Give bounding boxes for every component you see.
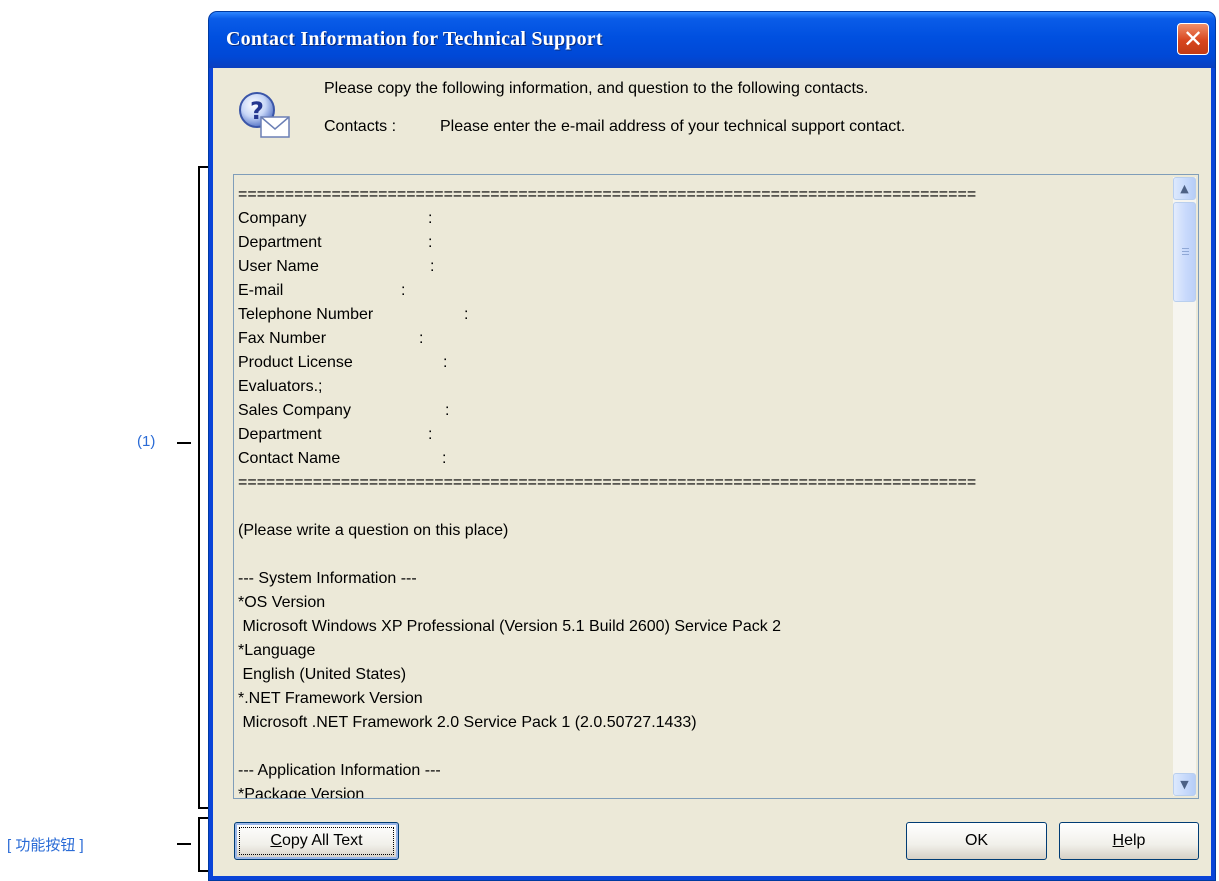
contacts-text: Please enter the e-mail address of your … (440, 118, 906, 135)
field-label: Department (238, 426, 322, 443)
buttons-annotation-bracket (198, 817, 208, 872)
field-colon: : (428, 426, 433, 443)
focus-rect (239, 827, 394, 855)
net-version-label: *.NET Framework Version (238, 690, 423, 707)
help-mnemonic: H (1112, 832, 1125, 849)
field-label: Contact Name (238, 450, 341, 467)
field-label: Telephone Number (238, 306, 374, 323)
field-row: Fax Number: (238, 327, 1162, 351)
scroll-thumb[interactable] (1173, 202, 1196, 302)
field-label: Product License (238, 354, 353, 371)
scroll-grip (1182, 248, 1189, 249)
field-colon: : (443, 354, 448, 371)
field-label: Evaluators.; (238, 378, 323, 395)
package-version-label: *Package Version (238, 786, 365, 799)
field-colon: : (430, 258, 435, 275)
buttons-annotation-tick (177, 843, 191, 845)
field-row: Contact Name: (238, 447, 1162, 471)
os-version-label: *OS Version (238, 594, 326, 611)
area-annotation-bracket (198, 166, 208, 809)
scroll-down-button[interactable]: ▼ (1173, 773, 1196, 796)
os-version-value: Microsoft Windows XP Professional (Versi… (238, 618, 782, 635)
field-row: Evaluators.; (238, 375, 1162, 399)
field-label: Fax Number (238, 330, 327, 347)
field-colon: : (428, 210, 433, 227)
field-colon: : (428, 234, 433, 251)
scroll-grip (1182, 251, 1189, 252)
vertical-scrollbar[interactable]: ▲ ▼ (1173, 177, 1196, 796)
field-label: Company (238, 210, 307, 227)
field-colon: : (445, 402, 450, 419)
help-label: elp (1124, 832, 1146, 849)
system-info-header: --- System Information --- (238, 570, 417, 587)
language-label: *Language (238, 642, 316, 659)
field-label: User Name (238, 258, 319, 275)
instruction-text: Please copy the following information, a… (324, 80, 869, 97)
ok-label: OK (964, 832, 989, 849)
field-row: Department: (238, 231, 1162, 255)
question-placeholder: (Please write a question on this place) (238, 522, 509, 539)
help-button[interactable]: Help (1059, 822, 1199, 860)
net-version-value: Microsoft .NET Framework 2.0 Service Pac… (238, 714, 697, 731)
support-info-textarea[interactable]: ========================================… (233, 174, 1199, 799)
field-label: Department (238, 234, 322, 251)
scroll-grip (1182, 254, 1189, 255)
field-row: Department: (238, 423, 1162, 447)
field-label: E-mail (238, 282, 284, 299)
app-info-header: --- Application Information --- (238, 762, 441, 779)
contacts-label: Contacts : (324, 118, 397, 135)
dialog-window: Contact Information for Technical Suppor… (209, 12, 1215, 880)
textarea-content: ========================================… (238, 183, 1162, 799)
close-icon: ✕ (1182, 25, 1204, 53)
scroll-up-button[interactable]: ▲ (1173, 177, 1196, 200)
field-row: Sales Company: (238, 399, 1162, 423)
question-mail-icon: ? (239, 92, 290, 138)
separator-line: ========================================… (238, 474, 977, 491)
title-bar[interactable]: Contact Information for Technical Suppor… (209, 12, 1215, 68)
copy-all-text-button[interactable]: Copy All Text (234, 822, 399, 860)
window-title: Contact Information for Technical Suppor… (226, 28, 603, 50)
field-colon: : (419, 330, 424, 347)
area-annotation-label: (1) (137, 433, 156, 450)
close-button[interactable]: ✕ (1177, 23, 1209, 55)
separator-line: ========================================… (238, 186, 977, 203)
field-row: E-mail: (238, 279, 1162, 303)
field-row: Product License: (238, 351, 1162, 375)
field-colon: : (464, 306, 469, 323)
language-value: English (United States) (238, 666, 407, 683)
field-row: User Name: (238, 255, 1162, 279)
field-row: Telephone Number: (238, 303, 1162, 327)
field-colon: : (442, 450, 447, 467)
chevron-up-icon: ▲ (1180, 182, 1189, 195)
chevron-down-icon: ▼ (1180, 778, 1189, 791)
dialog-client-area: ? Please copy the following information,… (213, 68, 1211, 876)
field-colon: : (401, 282, 406, 299)
buttons-annotation-label: [ 功能按钮 ] (7, 837, 84, 854)
field-label: Sales Company (238, 402, 351, 419)
area-annotation-tick (177, 442, 191, 444)
field-row: Company: (238, 207, 1162, 231)
ok-button[interactable]: OK (906, 822, 1047, 860)
